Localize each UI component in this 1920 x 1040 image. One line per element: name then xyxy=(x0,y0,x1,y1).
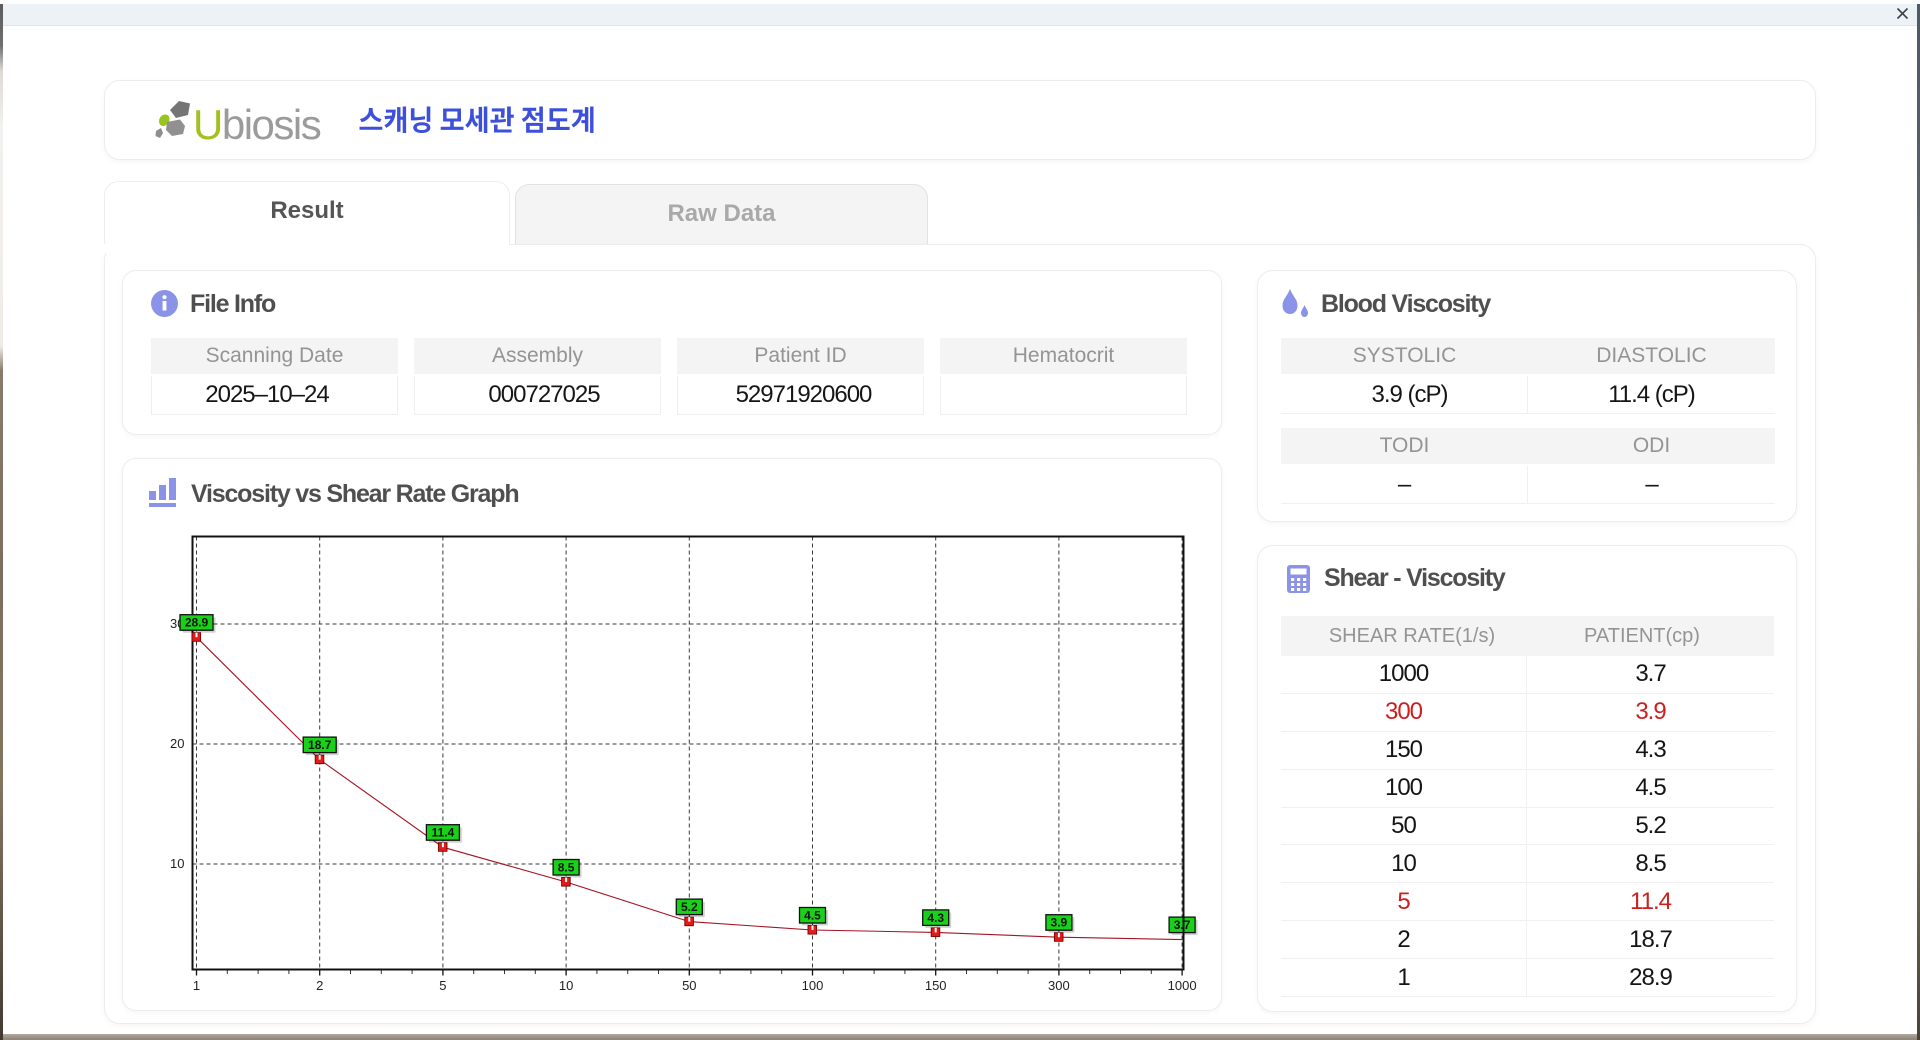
svg-text:2: 2 xyxy=(316,978,323,993)
svg-text:10: 10 xyxy=(559,978,573,993)
svg-text:5.2: 5.2 xyxy=(681,900,698,914)
svg-text:3.7: 3.7 xyxy=(1174,918,1191,932)
svg-text:4.3: 4.3 xyxy=(927,911,944,925)
svg-text:28.9: 28.9 xyxy=(185,616,209,630)
svg-text:1000: 1000 xyxy=(1168,978,1197,993)
svg-text:300: 300 xyxy=(1048,978,1070,993)
svg-text:8.5: 8.5 xyxy=(558,861,575,875)
svg-text:20: 20 xyxy=(170,736,184,751)
svg-text:4.5: 4.5 xyxy=(804,909,821,923)
svg-text:1: 1 xyxy=(193,978,200,993)
svg-text:150: 150 xyxy=(925,978,947,993)
svg-text:5: 5 xyxy=(439,978,446,993)
svg-text:11.4: 11.4 xyxy=(432,826,455,840)
svg-text:10: 10 xyxy=(170,856,184,871)
svg-text:3.9: 3.9 xyxy=(1051,916,1068,930)
svg-text:18.7: 18.7 xyxy=(308,738,332,752)
svg-text:50: 50 xyxy=(682,978,696,993)
svg-text:100: 100 xyxy=(802,978,824,993)
